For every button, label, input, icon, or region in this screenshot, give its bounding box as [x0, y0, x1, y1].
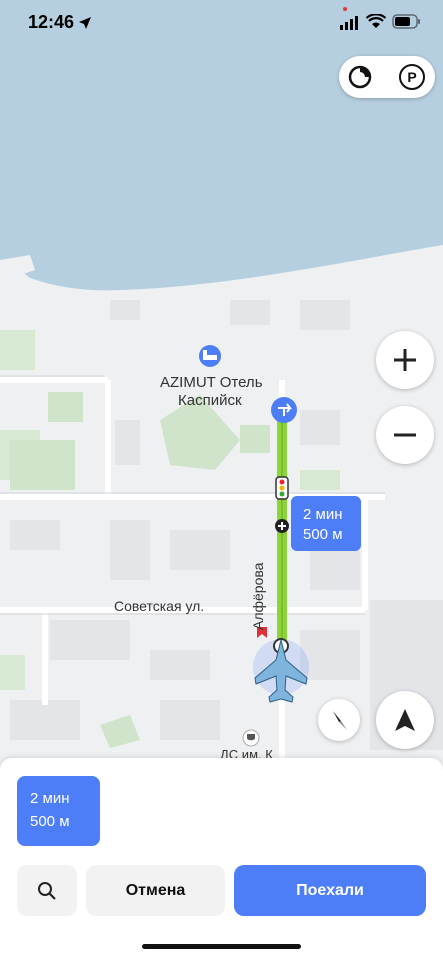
layers-icon[interactable] [347, 64, 373, 90]
wifi-icon [366, 14, 386, 28]
plus-icon [394, 349, 416, 371]
search-icon [38, 881, 56, 900]
status-bar: 12:46 [0, 0, 443, 48]
my-location-button[interactable] [376, 691, 434, 749]
battery-icon [392, 14, 420, 29]
route-option-card[interactable]: 2 мин 500 м [17, 776, 100, 846]
cancel-button[interactable]: Отмена [86, 865, 225, 916]
street-vertical-label: Алфёрова [250, 562, 266, 630]
hotel-label-line2: Каспийск [178, 392, 242, 409]
eta-bubble[interactable]: 2 мин 500 м [291, 496, 361, 551]
route-bottom-sheet: 2 мин 500 м Отмена Поехали [0, 758, 443, 960]
home-indicator [142, 944, 301, 949]
compass-button[interactable] [318, 699, 360, 741]
search-button[interactable] [17, 865, 77, 916]
recording-dot-icon [343, 7, 347, 11]
zoom-in-button[interactable] [376, 331, 434, 389]
status-time: 12:46 [28, 12, 75, 32]
compass-icon [333, 711, 347, 730]
eta-distance: 500 м [303, 526, 343, 543]
signal-icon [340, 16, 358, 30]
zoom-out-button[interactable] [376, 406, 434, 464]
eta-time: 2 мин [303, 506, 343, 523]
map-layer-controls: P [339, 56, 435, 98]
navigation-arrow-icon [395, 709, 415, 731]
route-time: 2 мин [30, 790, 70, 807]
parking-button[interactable]: P [399, 64, 425, 90]
hotel-label-line1: AZIMUT Отель [160, 374, 263, 391]
route-distance: 500 м [30, 813, 70, 830]
location-arrow-icon [79, 17, 91, 29]
go-button[interactable]: Поехали [234, 865, 426, 916]
minus-icon [394, 433, 416, 437]
map-view[interactable]: AZIMUT Отель Каспийск Советская ул. Алфё… [0, 0, 443, 770]
street-label: Советская ул. [114, 598, 205, 614]
